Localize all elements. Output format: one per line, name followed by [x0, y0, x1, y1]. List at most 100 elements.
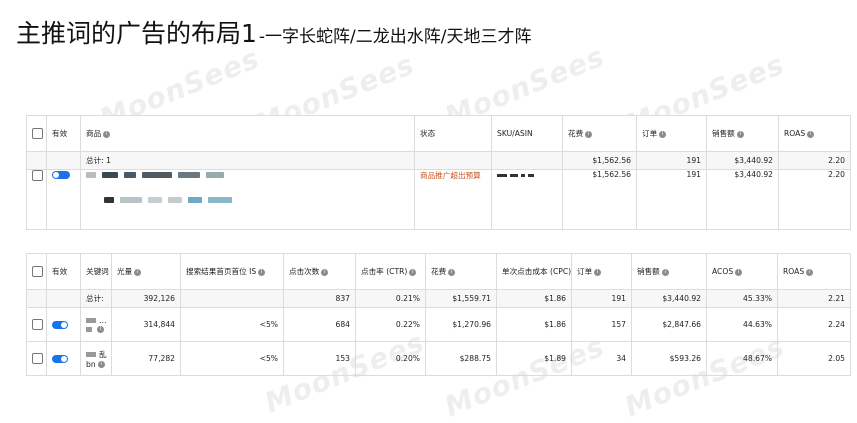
- keyword-text-2: bn: [86, 359, 96, 369]
- select-all-cell[interactable]: [26, 115, 47, 152]
- enabled-toggle[interactable]: [52, 171, 70, 179]
- keyword-table: 有效 关键词 光量 i 搜索结果首页首位 IS i 点击次数 i 点击率 (CTR) i…: [26, 253, 851, 376]
- total-orders: 191: [636, 151, 707, 170]
- table-header-row: 有效 商品 i 状态 SKU/ASIN 花费 i 订单 i 销售额 i ROAS i: [26, 115, 851, 152]
- keyword-cell[interactable]: … i: [80, 307, 112, 342]
- product-ads-table: 有效 商品 i 状态 SKU/ASIN 花费 i 订单 i 销售额 i ROAS i 总计…: [26, 115, 851, 230]
- total-row: 总计: 1 $1,562.56 191 $3,440.92 2.20: [26, 151, 851, 170]
- page-title-main: 主推词的广告的布局1: [16, 19, 257, 48]
- total-ctr: 0.21%: [355, 289, 426, 308]
- col-search-top-is[interactable]: 搜索结果首页首位 IS i: [180, 253, 284, 290]
- spend-cell: $1,562.56: [562, 169, 637, 230]
- col-sku: SKU/ASIN: [491, 115, 563, 152]
- roas-cell: 2.24: [777, 307, 851, 342]
- enabled-toggle[interactable]: [52, 321, 68, 329]
- top-is-cell: <5%: [180, 307, 284, 342]
- info-icon: i: [448, 268, 456, 276]
- table-row: 乱 bn i 77,282 <5% 153 0.20% $288.75 $1.89…: [26, 341, 851, 376]
- info-icon: i: [97, 326, 104, 333]
- cpc-cell: $1.89: [496, 341, 572, 376]
- select-all-checkbox[interactable]: [32, 128, 43, 139]
- col-roas-label: ROAS: [784, 129, 806, 138]
- col-spend[interactable]: 花费 i: [562, 115, 637, 152]
- spend-cell: $1,270.96: [425, 307, 497, 342]
- select-all-checkbox[interactable]: [32, 266, 43, 277]
- col-clicks-label: 点击次数: [289, 267, 320, 276]
- col-cpc: 单次点击成本 (CPC): [496, 253, 572, 290]
- total-cpc: $1.86: [496, 289, 572, 308]
- info-icon: i: [409, 268, 417, 276]
- info-icon: i: [321, 268, 329, 276]
- col-impressions[interactable]: 光量 i: [111, 253, 181, 290]
- col-roas[interactable]: ROAS i: [777, 253, 851, 290]
- product-cell[interactable]: [80, 169, 415, 230]
- orders-cell: 157: [571, 307, 632, 342]
- info-icon: i: [735, 268, 743, 276]
- col-keyword: 关键词: [80, 253, 112, 290]
- row-checkbox[interactable]: [32, 353, 43, 364]
- col-sales-label: 销售额: [637, 267, 660, 276]
- info-icon: i: [807, 130, 815, 138]
- row-checkbox[interactable]: [32, 170, 43, 181]
- total-roas: 2.21: [777, 289, 851, 308]
- info-icon: i: [103, 130, 111, 138]
- col-roas-label: ROAS: [783, 267, 805, 276]
- page-subtitle: -一字长蛇阵/二龙出水阵/天地三才阵: [258, 27, 532, 47]
- col-spend[interactable]: 花费 i: [425, 253, 497, 290]
- col-clicks[interactable]: 点击次数 i: [283, 253, 356, 290]
- table-row: … i 314,844 <5% 684 0.22% $1,270.96 $1.8…: [26, 307, 851, 342]
- col-product-label: 商品: [86, 129, 102, 138]
- col-roas[interactable]: ROAS i: [778, 115, 851, 152]
- total-label: 总计: 1: [80, 151, 415, 170]
- keyword-cell[interactable]: 乱 bn i: [80, 341, 112, 376]
- info-icon: i: [258, 268, 266, 276]
- info-icon: i: [806, 268, 814, 276]
- col-product[interactable]: 商品 i: [80, 115, 415, 152]
- row-checkbox[interactable]: [32, 319, 43, 330]
- col-acos-label: ACOS: [712, 267, 734, 276]
- col-orders-label: 订单: [577, 267, 593, 276]
- col-status: 状态: [414, 115, 492, 152]
- cpc-cell: $1.86: [496, 307, 572, 342]
- col-ctr-label: 点击率 (CTR): [361, 267, 408, 276]
- total-roas: 2.20: [778, 151, 851, 170]
- orders-cell: 191: [636, 169, 707, 230]
- col-enabled: 有效: [46, 253, 81, 290]
- total-spend: $1,562.56: [562, 151, 637, 170]
- acos-cell: 48.67%: [706, 341, 778, 376]
- clicks-cell: 153: [283, 341, 356, 376]
- acos-cell: 44.63%: [706, 307, 778, 342]
- info-icon: i: [585, 130, 593, 138]
- table-row: 商品推广超出预算 $1,562.56 191 $3,440.92 2.20: [26, 169, 851, 230]
- info-icon: i: [659, 130, 667, 138]
- select-all-cell[interactable]: [26, 253, 47, 290]
- col-sales[interactable]: 销售额 i: [706, 115, 779, 152]
- col-orders[interactable]: 订单 i: [636, 115, 707, 152]
- status-text: 商品推广超出预算: [414, 169, 492, 230]
- col-enabled: 有效: [46, 115, 81, 152]
- col-acos[interactable]: ACOS i: [706, 253, 778, 290]
- roas-cell: 2.20: [778, 169, 851, 230]
- total-sales: $3,440.92: [631, 289, 707, 308]
- keyword-text: …: [99, 315, 107, 325]
- total-acos: 45.33%: [706, 289, 778, 308]
- info-icon: i: [134, 268, 142, 276]
- info-icon: i: [736, 130, 744, 138]
- impressions-cell: 314,844: [111, 307, 181, 342]
- total-orders: 191: [571, 289, 632, 308]
- sales-cell: $593.26: [631, 341, 707, 376]
- col-sales[interactable]: 销售额 i: [631, 253, 707, 290]
- total-clicks: 837: [283, 289, 356, 308]
- spend-cell: $288.75: [425, 341, 497, 376]
- col-spend-label: 花费: [431, 267, 447, 276]
- page-title: 主推词的广告的布局1 -一字长蛇阵/二龙出水阵/天地三才阵: [16, 14, 532, 50]
- col-orders[interactable]: 订单 i: [571, 253, 632, 290]
- sku-cell[interactable]: [491, 169, 563, 230]
- col-spend-label: 花费: [568, 129, 584, 138]
- info-icon: i: [661, 268, 669, 276]
- enabled-toggle[interactable]: [52, 355, 68, 363]
- col-sales-label: 销售额: [712, 129, 735, 138]
- info-icon: i: [97, 361, 105, 368]
- col-search-top-is-label: 搜索结果首页首位 IS: [186, 267, 257, 276]
- col-ctr[interactable]: 点击率 (CTR) i: [355, 253, 426, 290]
